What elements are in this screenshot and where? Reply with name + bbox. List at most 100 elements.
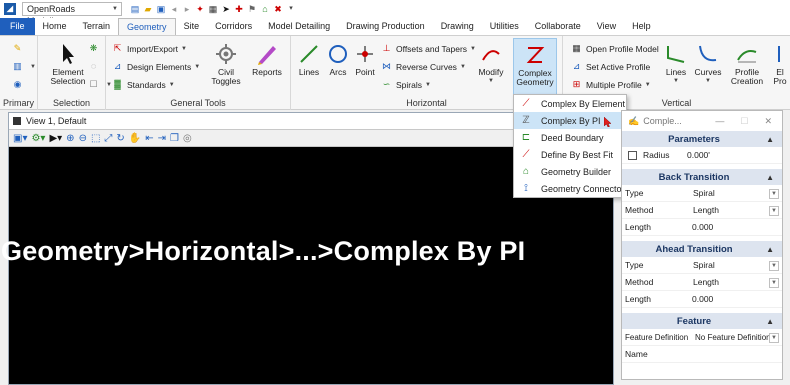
- update-view-icon[interactable]: ▶▾: [49, 133, 62, 144]
- open-profile-model-button[interactable]: ▦ Open Profile Model: [571, 42, 659, 55]
- models-button[interactable]: ▥ ▼: [12, 60, 36, 73]
- ahead-type-row: Type Spiral ▼: [622, 257, 782, 274]
- radius-field[interactable]: 0.000': [681, 149, 782, 162]
- open-folder-icon[interactable]: ▰: [143, 4, 153, 14]
- point-button[interactable]: Point: [351, 42, 379, 77]
- reverse-curves-button[interactable]: ⋈ Reverse Curves ▼: [381, 60, 466, 73]
- display-style-icon[interactable]: ⚙▾: [31, 133, 45, 144]
- menu-item-geometry-builder[interactable]: ⌂ Geometry Builder: [514, 163, 626, 180]
- tab-collaborate[interactable]: Collaborate: [527, 18, 589, 35]
- section-ahead-transition[interactable]: Ahead Transition ▲: [622, 241, 782, 257]
- tab-drawing-production[interactable]: Drawing Production: [338, 18, 433, 35]
- civil-toggles-button[interactable]: Civil Toggles: [206, 42, 246, 86]
- feature-name-field[interactable]: [675, 348, 782, 361]
- arc-icon: [329, 45, 347, 63]
- customize-qat-icon[interactable]: ▾: [286, 4, 296, 14]
- back-method-select[interactable]: Length ▼: [675, 204, 782, 217]
- ahead-length-field[interactable]: 0.000: [675, 293, 782, 306]
- menu-item-deed-boundary[interactable]: ⊏ Deed Boundary: [514, 129, 626, 146]
- modify-button[interactable]: Modify ▼: [476, 42, 506, 86]
- tab-corridors[interactable]: Corridors: [207, 18, 260, 35]
- design-elements-button[interactable]: ⊿ Design Elements ▼: [112, 60, 201, 73]
- select-all-button[interactable]: ❋: [88, 42, 103, 55]
- vertical-lines-button[interactable]: Lines ▼: [663, 42, 689, 86]
- minimize-icon[interactable]: —: [715, 116, 724, 127]
- arcs-button[interactable]: Arcs: [325, 42, 351, 77]
- print-icon[interactable]: ▦: [208, 4, 218, 14]
- fence-button[interactable]: ◌: [88, 60, 103, 73]
- menu-item-define-by-best-fit[interactable]: ⟋ Define By Best Fit: [514, 146, 626, 163]
- next-view-icon[interactable]: ⇥: [158, 133, 166, 144]
- tab-view[interactable]: View: [589, 18, 624, 35]
- settings-icon[interactable]: ✖: [273, 4, 283, 14]
- section-back-transition[interactable]: Back Transition ▲: [622, 169, 782, 185]
- set-active-profile-button[interactable]: ⊿ Set Active Profile: [571, 60, 651, 73]
- tab-model-detailing[interactable]: Model Detailing: [260, 18, 338, 35]
- profile-creation-button[interactable]: Profile Creation: [727, 42, 767, 86]
- vertical-curves-label: Curves: [694, 67, 722, 77]
- maximize-icon[interactable]: ☐: [740, 116, 748, 127]
- feature-definition-row: Feature Definition No Feature Definition…: [622, 329, 782, 346]
- undo-icon[interactable]: ◂: [169, 4, 179, 14]
- chevron-down-icon: ▼: [769, 260, 779, 271]
- feature-definition-select[interactable]: No Feature Definition ▼: [694, 331, 782, 344]
- workspace-select[interactable]: OpenRoads Modeling ▼: [22, 2, 122, 26]
- levels-button[interactable]: ◉: [12, 78, 27, 91]
- chevron-down-icon: ▼: [112, 6, 118, 12]
- back-length-field[interactable]: 0.000: [675, 221, 782, 234]
- import-export-button[interactable]: ⇱ Import/Export ▼: [112, 42, 187, 55]
- redo-icon[interactable]: ▸: [182, 4, 192, 14]
- offsets-tapers-button[interactable]: ⊥ Offsets and Tapers ▼: [381, 42, 476, 55]
- tab-help[interactable]: Help: [624, 18, 659, 35]
- pin-icon[interactable]: ✦: [195, 4, 205, 14]
- section-parameters[interactable]: Parameters ▲: [622, 131, 782, 147]
- tab-terrain[interactable]: Terrain: [75, 18, 119, 35]
- rotate-view-icon[interactable]: ↻: [116, 133, 124, 144]
- complex-geometry-button[interactable]: Complex Geometry: [513, 38, 557, 96]
- attributes-button[interactable]: ✎: [12, 42, 27, 55]
- lines-button[interactable]: Lines: [295, 42, 323, 77]
- new-file-icon[interactable]: ▤: [130, 4, 140, 14]
- civil-icon[interactable]: ⌂: [260, 4, 270, 14]
- complex-geometry-icon: [526, 47, 545, 63]
- tab-home[interactable]: Home: [35, 18, 75, 35]
- standards-button[interactable]: ▓ Standards ▼: [112, 78, 174, 91]
- multiple-profile-button[interactable]: ⊞ Multiple Profile ▼: [571, 78, 651, 91]
- copy-view-icon[interactable]: ❐: [170, 133, 179, 144]
- spirals-button[interactable]: ∽ Spirals ▼: [381, 78, 431, 91]
- section-feature[interactable]: Feature ▲: [622, 313, 782, 329]
- app-logo-icon[interactable]: ◢: [4, 3, 16, 15]
- select-icon[interactable]: ➤: [221, 4, 231, 14]
- ahead-method-select[interactable]: Length ▼: [675, 276, 782, 289]
- tools-icon[interactable]: ✚: [234, 4, 244, 14]
- element-selection-button[interactable]: Element Selection: [48, 42, 88, 86]
- menu-item-geometry-connector[interactable]: ⟟ Geometry Connector: [514, 180, 626, 197]
- reports-button[interactable]: Reports: [249, 42, 285, 77]
- measure-icon[interactable]: ⚑: [247, 4, 257, 14]
- tab-geometry[interactable]: Geometry: [118, 18, 176, 35]
- tab-utilities[interactable]: Utilities: [482, 18, 527, 35]
- group-label-general-tools: General Tools: [170, 98, 226, 108]
- radius-checkbox[interactable]: [628, 150, 637, 160]
- ahead-type-select[interactable]: Spiral ▼: [675, 259, 782, 272]
- menu-item-complex-by-pi[interactable]: ℤ Complex By PI: [514, 112, 626, 129]
- panel-title-bar: ✍ Comple... — ☐ ✕: [622, 111, 782, 131]
- tab-drawing[interactable]: Drawing: [433, 18, 482, 35]
- save-icon[interactable]: ▣: [156, 4, 166, 14]
- close-icon[interactable]: ✕: [764, 116, 772, 127]
- zoom-in-icon[interactable]: ⊕: [66, 133, 74, 144]
- window-area-icon[interactable]: ⬚: [91, 133, 100, 144]
- tab-file[interactable]: File: [0, 18, 35, 35]
- geometry-connector-icon: ⟟: [524, 182, 528, 194]
- camera-icon[interactable]: ◎: [183, 133, 192, 144]
- menu-item-complex-by-element[interactable]: ⟋ Complex By Element: [514, 95, 626, 112]
- tab-site[interactable]: Site: [176, 18, 208, 35]
- back-type-select[interactable]: Spiral ▼: [675, 187, 782, 200]
- pan-view-icon[interactable]: ✋: [129, 133, 141, 144]
- vertical-curves-button[interactable]: Curves ▼: [693, 42, 723, 86]
- element-profile-button[interactable]: El Pro: [771, 42, 789, 86]
- zoom-out-icon[interactable]: ⊖: [79, 133, 87, 144]
- view-attributes-icon[interactable]: ▣▾: [13, 133, 27, 144]
- previous-view-icon[interactable]: ⇤: [145, 133, 153, 144]
- fit-view-icon[interactable]: ⤢: [104, 133, 112, 144]
